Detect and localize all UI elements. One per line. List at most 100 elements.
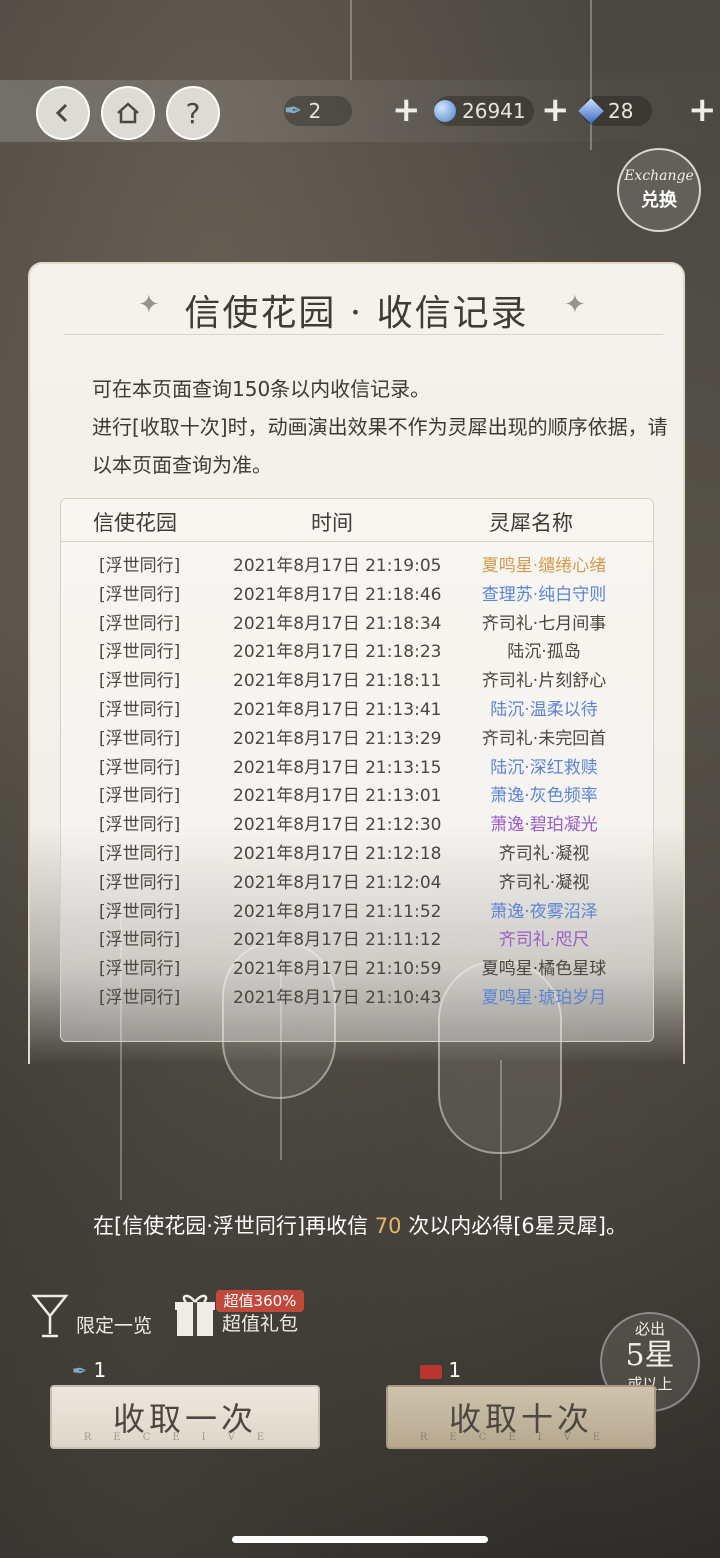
pity-suffix: 次以内必得[6星灵犀]。 — [401, 1214, 627, 1238]
limited-list-button[interactable]: 限定一览 — [30, 1290, 152, 1340]
gift-pack-label: 超值礼包 — [222, 1313, 299, 1335]
table-row: [浮世同行] 2021年8月17日 21:11:52 萧逸·夜雾沼泽 — [61, 894, 653, 923]
back-arrow-icon — [55, 103, 68, 123]
table-row: [浮世同行] 2021年8月17日 21:10:43 夏鸣星·琥珀岁月 — [61, 980, 653, 1009]
table-row: [浮世同行] 2021年8月17日 21:12:30 萧逸·碧珀凝光 — [61, 807, 653, 836]
time-cell: 2021年8月17日 21:13:29 — [233, 728, 442, 749]
garden-cell: [浮世同行] — [99, 584, 181, 605]
record-table[interactable]: 信使花园 时间 灵犀名称 [浮世同行] 2021年8月17日 21:19:05 夏鸣… — [60, 498, 654, 1042]
feather-quill-icon: ✒ — [72, 1361, 88, 1382]
name-cell: 夏鸣星·琥珀岁月 — [481, 988, 607, 1008]
garden-cell: [浮世同行] — [99, 757, 181, 778]
time-cell: 2021年8月17日 21:10:43 — [233, 988, 442, 1008]
time-cell: 2021年8月17日 21:13:41 — [233, 700, 442, 720]
time-cell: 2021年8月17日 21:11:52 — [233, 901, 442, 922]
diamond-resource: 28 — [578, 94, 652, 128]
name-cell: 夏鸣星·缱绻心绪 — [481, 556, 607, 576]
table-row: [浮世同行] 2021年8月17日 21:13:29 齐司礼·未完回首 — [61, 721, 653, 750]
table-row: [浮世同行] 2021年8月17日 21:11:12 齐司礼·咫尺 — [61, 922, 653, 951]
garden-cell: [浮世同行] — [99, 901, 181, 922]
table-row: [浮世同行] 2021年8月17日 21:19:05 夏鸣星·缱绻心绪 — [61, 548, 653, 577]
quill-resource: ✒ 2 — [284, 94, 352, 128]
panel-description: 可在本页面查询150条以内收信记录。 进行[收取十次]时，动画演出效果不作为灵犀… — [92, 370, 672, 484]
help-label: ? — [185, 96, 201, 130]
exchange-label: 兑换 — [641, 190, 677, 211]
exchange-script-label: Exchange — [624, 168, 694, 184]
single-cost: ✒ 1 — [72, 1358, 106, 1382]
ten-cost-value: 1 — [448, 1358, 462, 1382]
time-cell: 2021年8月17日 21:11:12 — [233, 930, 442, 951]
pity-prefix: 在[信使花园·浮世同行]再收信 — [93, 1214, 375, 1238]
cocktail-glass-icon — [31, 1294, 69, 1338]
record-panel: ✦ 信使花园 · 收信记录 ✦ 可在本页面查询150条以内收信记录。 进行[收取… — [28, 262, 685, 1064]
blue-orb-icon — [434, 100, 456, 122]
gift-box-icon — [175, 1294, 215, 1336]
column-header-garden: 信使花园 — [93, 511, 177, 535]
pity-count: 70 — [374, 1214, 402, 1238]
must-main-label: 5星 — [625, 1338, 675, 1373]
desc-line-1: 可在本页面查询150条以内收信记录。 — [92, 377, 431, 401]
receive-ten-sublabel: RECEIVE — [419, 1432, 623, 1443]
name-cell: 夏鸣星·橘色星球 — [481, 959, 607, 980]
table-row: [浮世同行] 2021年8月17日 21:10:59 夏鸣星·橘色星球 — [61, 951, 653, 980]
gift-value-badge: 超值360% — [216, 1290, 304, 1312]
receive-ten-button[interactable]: 收取十次 RECEIVE — [386, 1385, 656, 1449]
diamond-count: 28 — [608, 99, 634, 123]
table-row: [浮世同行] 2021年8月17日 21:12:18 齐司礼·凝视 — [61, 836, 653, 865]
garden-cell: [浮世同行] — [99, 700, 181, 720]
name-cell: 萧逸·灰色频率 — [490, 786, 598, 807]
table-row: [浮世同行] 2021年8月17日 21:13:01 萧逸·灰色频率 — [61, 778, 653, 807]
time-cell: 2021年8月17日 21:18:46 — [233, 584, 442, 605]
pity-counter-text: 在[信使花园·浮世同行]再收信 70 次以内必得[6星灵犀]。 — [0, 1210, 720, 1240]
name-cell: 齐司礼·咫尺 — [498, 930, 590, 951]
name-cell: 陆沉·深红救赎 — [490, 757, 598, 778]
exchange-button[interactable]: Exchange 兑换 — [617, 148, 701, 232]
garden-cell: [浮世同行] — [99, 642, 181, 663]
receive-once-button[interactable]: 收取一次 RECEIVE — [50, 1385, 320, 1449]
time-cell: 2021年8月17日 21:13:15 — [233, 757, 442, 778]
sparkle-icon: ✦ — [564, 290, 586, 320]
name-cell: 萧逸·碧珀凝光 — [490, 815, 598, 836]
garden-cell: [浮世同行] — [99, 786, 181, 807]
name-cell: 齐司礼·凝视 — [498, 872, 590, 893]
feather-quill-icon: ✒ — [284, 98, 303, 124]
add-diamond-button[interactable]: + — [688, 90, 717, 130]
quill-count: 2 — [308, 99, 322, 123]
column-header-time: 时间 — [311, 511, 353, 535]
red-ticket-icon — [420, 1364, 442, 1379]
must-top-label: 必出 — [634, 1320, 665, 1338]
name-cell: 萧逸·夜雾沼泽 — [490, 901, 598, 922]
add-orb-button[interactable]: + — [541, 90, 570, 130]
time-cell: 2021年8月17日 21:12:04 — [233, 872, 442, 893]
table-row: [浮世同行] 2021年8月17日 21:12:04 齐司礼·凝视 — [61, 865, 653, 894]
garden-cell: [浮世同行] — [99, 988, 181, 1008]
table-row: [浮世同行] 2021年8月17日 21:18:23 陆沉·孤岛 — [61, 634, 653, 663]
time-cell: 2021年8月17日 21:18:34 — [233, 613, 442, 634]
garden-cell: [浮世同行] — [99, 613, 181, 634]
name-cell: 齐司礼·凝视 — [498, 844, 590, 864]
top-bar: ? ✒ 2 + 26941 + 28 + — [0, 80, 720, 142]
orb-count: 26941 — [462, 99, 526, 123]
name-cell: 齐司礼·片刻舒心 — [481, 671, 607, 692]
time-cell: 2021年8月17日 21:18:11 — [233, 671, 442, 692]
garden-cell: [浮世同行] — [99, 844, 181, 864]
time-cell: 2021年8月17日 21:13:01 — [233, 786, 442, 807]
time-cell: 2021年8月17日 21:19:05 — [233, 556, 442, 576]
name-cell: 查理苏·纯白守则 — [481, 584, 607, 605]
time-cell: 2021年8月17日 21:12:18 — [233, 844, 442, 864]
home-indicator[interactable] — [232, 1536, 488, 1543]
table-row: [浮世同行] 2021年8月17日 21:18:34 齐司礼·七月间事 — [61, 606, 653, 635]
single-cost-value: 1 — [93, 1358, 107, 1382]
table-header: 信使花园 时间 灵犀名称 — [61, 499, 653, 542]
help-button[interactable]: ? — [166, 86, 220, 140]
garden-cell: [浮世同行] — [99, 959, 181, 980]
time-cell: 2021年8月17日 21:12:30 — [233, 815, 442, 836]
table-row: [浮世同行] 2021年8月17日 21:18:11 齐司礼·片刻舒心 — [61, 663, 653, 692]
ten-cost: 1 — [420, 1358, 461, 1382]
back-button[interactable] — [36, 86, 90, 140]
column-header-name: 灵犀名称 — [489, 511, 573, 535]
home-button[interactable] — [101, 86, 155, 140]
garden-cell: [浮世同行] — [99, 728, 181, 749]
add-quill-button[interactable]: + — [392, 90, 421, 130]
receive-once-sublabel: RECEIVE — [83, 1432, 287, 1443]
